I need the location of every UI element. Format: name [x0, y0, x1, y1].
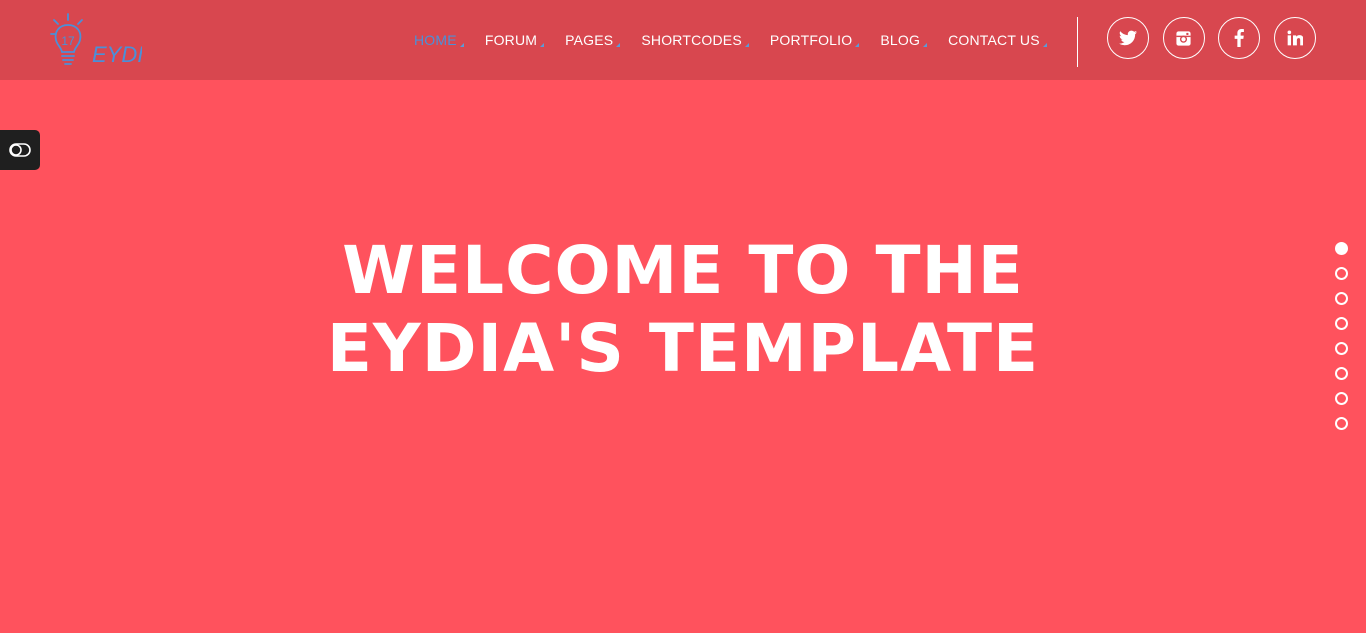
hero-title: WELCOME TO THE EYDIA'S TEMPLATE — [326, 232, 1040, 387]
brand-logo[interactable]: 17 EYDIA — [46, 12, 142, 70]
lightbulb-logo-icon: 17 EYDIA — [50, 13, 142, 67]
instagram-button[interactable] — [1162, 17, 1205, 59]
facebook-icon — [1234, 29, 1244, 47]
chevron-down-icon — [616, 43, 621, 47]
chevron-down-icon — [923, 43, 928, 47]
chevron-down-icon — [459, 43, 464, 47]
twitter-icon — [1119, 30, 1137, 46]
chevron-down-icon — [744, 43, 749, 47]
nav-item-label: PAGES — [565, 32, 614, 48]
twitter-button[interactable] — [1107, 17, 1149, 59]
slider-dot-1[interactable] — [1335, 242, 1348, 255]
nav-item-label: HOME — [414, 32, 457, 48]
slider-dot-8[interactable] — [1335, 417, 1348, 430]
linkedin-button[interactable] — [1273, 17, 1316, 59]
header-divider — [1077, 17, 1078, 67]
nav-item-portfolio[interactable]: PORTFOLIO — [756, 0, 866, 80]
nav-item-label: BLOG — [880, 32, 921, 48]
nav-item-label: CONTACT US — [948, 32, 1040, 48]
slider-dot-7[interactable] — [1335, 392, 1348, 405]
slider-dot-6[interactable] — [1335, 367, 1348, 380]
settings-toggle-button[interactable] — [0, 130, 40, 170]
slider-dot-2[interactable] — [1335, 267, 1348, 280]
nav-item-shortcodes[interactable]: SHORTCODES — [627, 0, 756, 80]
slider-dots — [1335, 242, 1349, 442]
chevron-down-icon — [1042, 43, 1047, 47]
toggle-switch-icon — [9, 143, 31, 157]
nav-item-forum[interactable]: FORUM — [471, 0, 551, 80]
svg-text:17: 17 — [61, 34, 75, 48]
chevron-down-icon — [855, 43, 860, 47]
nav-item-pages[interactable]: PAGES — [551, 0, 627, 80]
instagram-icon — [1176, 30, 1191, 46]
chevron-down-icon — [540, 43, 545, 47]
social-links — [1107, 17, 1329, 59]
nav-item-home[interactable]: HOME — [400, 0, 471, 80]
nav-item-label: SHORTCODES — [641, 32, 742, 48]
slider-dot-4[interactable] — [1335, 317, 1348, 330]
main-nav: HOME FORUM PAGES SHORTCODES PORTFOLIO BL… — [400, 0, 1054, 80]
slider-dot-3[interactable] — [1335, 292, 1348, 305]
slider-dot-5[interactable] — [1335, 342, 1348, 355]
nav-item-label: PORTFOLIO — [769, 32, 853, 48]
nav-item-label: FORUM — [484, 32, 538, 48]
linkedin-icon — [1287, 30, 1303, 46]
nav-item-blog[interactable]: BLOG — [866, 0, 934, 80]
svg-text:EYDIA: EYDIA — [92, 42, 142, 67]
site-header: 17 EYDIA HOME FORUM PAGES SHORTCODES POR… — [0, 0, 1366, 80]
facebook-button[interactable] — [1218, 17, 1260, 59]
nav-item-contact-us[interactable]: CONTACT US — [934, 0, 1054, 80]
